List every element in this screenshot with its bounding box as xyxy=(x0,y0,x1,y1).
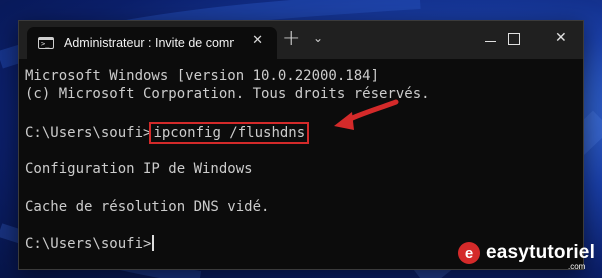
prompt: C:\Users\soufi> xyxy=(25,236,152,252)
prompt: C:\Users\soufi> xyxy=(25,125,152,141)
watermark: e easytutoriel .com xyxy=(458,242,596,271)
chevron-down-icon[interactable]: ⌄ xyxy=(313,31,323,45)
console-line-command: C:\Users\soufi> ipconfig /flushdns xyxy=(25,122,310,144)
logo-icon: e xyxy=(458,242,480,264)
minimize-icon xyxy=(485,41,496,42)
close-button[interactable]: ✕ xyxy=(555,30,567,46)
highlighted-command: ipconfig /flushdns xyxy=(149,122,310,144)
minimize-button[interactable] xyxy=(485,30,496,46)
text-cursor xyxy=(152,235,155,251)
new-tab-button[interactable]: + xyxy=(282,26,300,51)
arrow-annotation xyxy=(334,99,399,130)
maximize-icon xyxy=(508,33,520,45)
terminal-icon: >_ xyxy=(38,37,54,49)
title-bar: >_ Administrateur : Invite de commandes … xyxy=(19,21,583,59)
tab-title: Administrateur : Invite de commandes xyxy=(64,36,234,50)
console-line-prompt[interactable]: C:\Users\soufi> xyxy=(25,235,155,253)
console-line-config: Configuration IP de Windows xyxy=(25,161,253,177)
console-line-result: Cache de résolution DNS vidé. xyxy=(25,199,270,215)
watermark-suffix: .com xyxy=(568,262,586,271)
watermark-text: easytutoriel xyxy=(486,242,596,263)
terminal-window: >_ Administrateur : Invite de commandes … xyxy=(18,20,584,270)
tab-close-icon[interactable]: ✕ xyxy=(252,33,263,48)
console-line-version: Microsoft Windows [version 10.0.22000.18… xyxy=(25,68,380,84)
tab-terminal[interactable]: >_ Administrateur : Invite de commandes … xyxy=(27,27,277,59)
maximize-button[interactable] xyxy=(508,30,520,49)
